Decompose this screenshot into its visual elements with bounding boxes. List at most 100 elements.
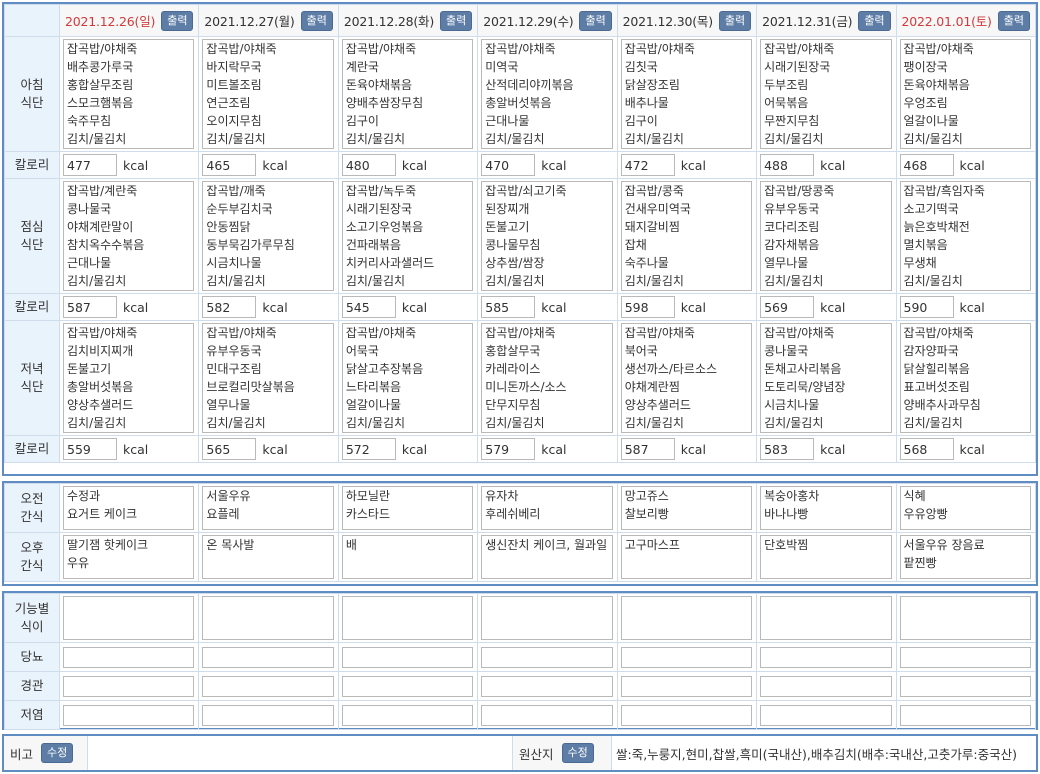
pm-snack-menu[interactable]: 딸기잼 핫케이크 우유	[63, 535, 195, 579]
am-snack-label: 오전 간식	[4, 483, 60, 533]
calorie-input[interactable]	[341, 438, 396, 460]
calorie-input[interactable]	[899, 154, 954, 176]
functional-diet-field[interactable]	[760, 596, 892, 640]
am-snack-menu[interactable]: 망고쥬스 찰보리빵	[620, 486, 753, 530]
diabetes-field[interactable]	[341, 646, 474, 668]
calorie-input[interactable]	[481, 296, 536, 318]
calorie-input[interactable]	[620, 154, 675, 176]
calorie-input[interactable]	[63, 296, 117, 318]
am-snack-menu[interactable]: 유자차 후레쉬베리	[481, 486, 613, 530]
tube-feeding-field[interactable]	[481, 675, 613, 697]
calorie-input[interactable]	[760, 438, 815, 460]
print-button[interactable]: 출력	[858, 10, 891, 31]
calorie-input[interactable]	[620, 438, 675, 460]
low-salt-field[interactable]	[341, 704, 474, 726]
tube-feeding-field[interactable]	[63, 675, 195, 697]
calorie-input[interactable]	[63, 438, 117, 460]
pm-snack-menu[interactable]: 온 목사발	[202, 535, 334, 579]
lunch-menu[interactable]: 잡곡밥/깨죽 순두부김치국 안동찜닭 동부묵김가루무침 시금치나물 김치/물김치	[202, 181, 334, 291]
note-edit-button[interactable]: 수정	[41, 743, 74, 763]
calorie-input[interactable]	[760, 154, 815, 176]
lunch-menu[interactable]: 잡곡밥/콩죽 건새우미역국 돼지갈비찜 잡채 숙주나물 김치/물김치	[620, 181, 753, 291]
functional-diet-field[interactable]	[899, 596, 1031, 640]
tube-feeding-field[interactable]	[620, 675, 753, 697]
calorie-input[interactable]	[899, 296, 954, 318]
dinner-menu[interactable]: 잡곡밥/야채죽 북어국 생선까스/타르소스 야채계란찜 양상추샐러드 김치/물김…	[620, 323, 753, 433]
dinner-menu[interactable]: 잡곡밥/야채죽 홍합살무국 카레라이스 미니돈까스/소스 단무지무침 김치/물김…	[481, 323, 613, 433]
functional-diet-field[interactable]	[341, 596, 474, 640]
dinner-menu[interactable]: 잡곡밥/야채죽 유부우동국 민대구조림 브로컬리맛살볶음 열무나물 김치/물김치	[202, 323, 334, 433]
dinner-menu[interactable]: 잡곡밥/야채죽 콩나물국 돈채고사리볶음 도토리묵/양념장 시금치나물 김치/물…	[760, 323, 892, 433]
am-snack-menu[interactable]: 식혜 우유앙빵	[899, 486, 1031, 530]
breakfast-menu[interactable]: 잡곡밥/야채죽 배추콩가루국 홍합살무조림 스모크햄볶음 숙주무침 김치/물김치	[63, 39, 195, 149]
origin-edit-button[interactable]: 수정	[561, 743, 594, 763]
low-salt-field[interactable]	[202, 704, 334, 726]
calorie-input[interactable]	[202, 438, 257, 460]
pm-snack-menu[interactable]: 생신잔치 케이크, 월과일	[481, 535, 613, 579]
low-salt-field[interactable]	[63, 704, 195, 726]
breakfast-menu[interactable]: 잡곡밥/야채죽 계란국 돈육야채볶음 양배추쌈장무침 김구이 김치/물김치	[341, 39, 474, 149]
print-button[interactable]: 출력	[579, 10, 612, 31]
note-field[interactable]	[88, 736, 512, 770]
diabetes-field[interactable]	[899, 646, 1031, 668]
functional-diet-field[interactable]	[481, 596, 613, 640]
tube-feeding-row: 경관	[4, 671, 1037, 701]
calorie-input[interactable]	[899, 438, 954, 460]
calorie-input[interactable]	[481, 438, 536, 460]
lunch-menu[interactable]: 잡곡밥/흑임자죽 소고기떡국 늙은호박채전 멸치볶음 무생채 김치/물김치	[899, 181, 1031, 291]
functional-diet-field[interactable]	[202, 596, 334, 640]
pm-snack-menu[interactable]: 서울우유 장음료 팥찐빵	[899, 535, 1031, 579]
diabetes-field[interactable]	[481, 646, 613, 668]
print-button[interactable]: 출력	[440, 10, 473, 31]
dinner-menu[interactable]: 잡곡밥/야채죽 어묵국 닭살고추장볶음 느타리볶음 얼갈이나물 김치/물김치	[341, 323, 474, 433]
pm-snack-menu[interactable]: 단호박찜	[760, 535, 892, 579]
calorie-input[interactable]	[481, 154, 536, 176]
breakfast-menu[interactable]: 잡곡밥/야채죽 김칫국 닭살장조림 배추나물 김구이 김치/물김치	[620, 39, 753, 149]
functional-diet-field[interactable]	[63, 596, 195, 640]
kcal-unit: kcal	[123, 157, 149, 173]
breakfast-menu[interactable]: 잡곡밥/야채죽 시래기된장국 두부조림 어묵볶음 무짠지무침 김치/물김치	[760, 39, 892, 149]
tube-feeding-field[interactable]	[899, 675, 1031, 697]
calorie-input[interactable]	[620, 296, 675, 318]
breakfast-menu[interactable]: 잡곡밥/야채죽 미역국 산적데리야끼볶음 총알버섯볶음 근대나물 김치/물김치	[481, 39, 613, 149]
am-snack-menu[interactable]: 수정과 요거트 케이크	[63, 486, 195, 530]
diabetes-field[interactable]	[63, 646, 195, 668]
am-snack-menu[interactable]: 서울우유 요플레	[202, 486, 334, 530]
print-button[interactable]: 출력	[161, 10, 194, 31]
pm-snack-menu[interactable]: 고구마스프	[620, 535, 753, 579]
diabetes-field[interactable]	[760, 646, 892, 668]
breakfast-menu[interactable]: 잡곡밥/야채죽 바지락무국 미트볼조림 연근조림 오이지무침 김치/물김치	[202, 39, 334, 149]
diabetes-field[interactable]	[620, 646, 753, 668]
calorie-input[interactable]	[202, 154, 257, 176]
pm-snack-menu[interactable]: 배	[341, 535, 474, 579]
tube-feeding-field[interactable]	[341, 675, 474, 697]
low-salt-field[interactable]	[760, 704, 892, 726]
lunch-menu[interactable]: 잡곡밥/땅콩죽 유부우동국 코다리조림 감자채볶음 열무나물 김치/물김치	[760, 181, 892, 291]
print-button[interactable]: 출력	[997, 10, 1030, 31]
am-snack-menu[interactable]: 복숭아홍차 바나나빵	[760, 486, 892, 530]
lunch-menu[interactable]: 잡곡밥/쇠고기죽 된장찌개 돈불고기 콩나물무침 상추쌈/쌈장 김치/물김치	[481, 181, 613, 291]
print-button[interactable]: 출력	[718, 10, 752, 31]
calorie-input[interactable]	[202, 296, 257, 318]
lunch-menu[interactable]: 잡곡밥/녹두죽 시래기된장국 소고기우엉볶음 건파래볶음 치커리사과샐러드 김치…	[341, 181, 474, 291]
functional-diet-field[interactable]	[620, 596, 753, 640]
dinner-menu[interactable]: 잡곡밥/야채죽 김치비지찌개 돈불고기 총알버섯볶음 양상추샐러드 김치/물김치	[63, 323, 195, 433]
low-salt-field[interactable]	[481, 704, 613, 726]
calorie-input[interactable]	[760, 296, 815, 318]
calorie-input[interactable]	[341, 154, 396, 176]
kcal-unit: kcal	[541, 157, 567, 173]
calorie-input[interactable]	[63, 154, 117, 176]
dinner-menu[interactable]: 잡곡밥/야채죽 감자양파국 닭살힐리볶음 표고버섯조림 양배추사과무침 김치/물…	[899, 323, 1031, 433]
tube-feeding-field[interactable]	[202, 675, 334, 697]
am-snack-menu[interactable]: 하모닐란 카스타드	[341, 486, 474, 530]
low-salt-field[interactable]	[620, 704, 753, 726]
diabetes-field[interactable]	[202, 646, 334, 668]
breakfast-menu[interactable]: 잡곡밥/야채죽 팽이장국 돈육야채볶음 우엉조림 얼갈이나물 김치/물김치	[899, 39, 1031, 149]
low-salt-field[interactable]	[899, 704, 1031, 726]
day-header-0: 2021.12.26(일) 출력	[58, 4, 200, 37]
kcal-unit: kcal	[820, 299, 846, 315]
print-button[interactable]: 출력	[300, 10, 333, 31]
calorie-input[interactable]	[341, 296, 396, 318]
tube-feeding-field[interactable]	[760, 675, 892, 697]
lunch-menu[interactable]: 잡곡밥/계란죽 콩나물국 야채계란말이 참치옥수수볶음 근대나물 김치/물김치	[63, 181, 195, 291]
